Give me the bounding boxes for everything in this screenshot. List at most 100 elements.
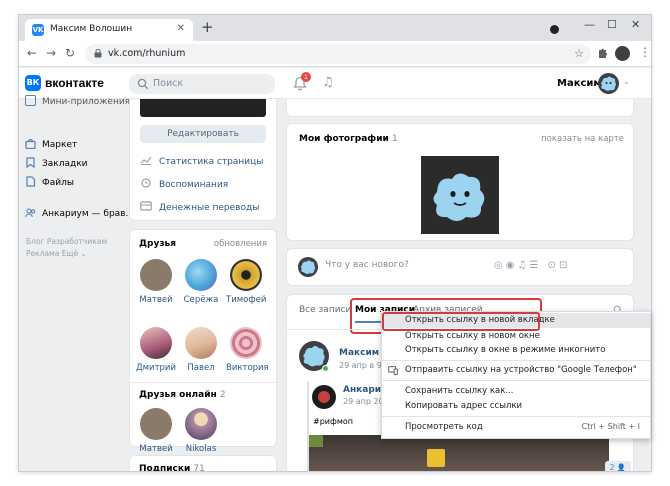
online-friend-item[interactable]: Nikolas (181, 408, 221, 454)
menu-separator (382, 380, 650, 381)
scene-detail (309, 435, 323, 447)
sidebar-item-bookmarks[interactable]: Закладки (25, 157, 88, 171)
edit-profile-button[interactable]: Редактировать (140, 125, 266, 143)
context-inspect[interactable]: Просмотреть код Ctrl + Shift + I (382, 420, 650, 435)
subscriptions-title[interactable]: Подписки 71 (139, 464, 205, 471)
repost-image[interactable] (309, 435, 609, 471)
friends-updates-link[interactable]: обновления (214, 239, 267, 249)
extensions-icon[interactable] (597, 48, 607, 59)
friend-avatar (185, 259, 217, 291)
post-composer: Что у вас нового? ◎◉♫☰ ⊙⊡ (286, 248, 634, 286)
back-icon[interactable]: ← (27, 46, 37, 60)
bookmark-icon (26, 157, 35, 168)
url-text: vk.com/rhunium (108, 48, 186, 59)
apps-icon (25, 95, 36, 106)
friend-item[interactable]: Серёжа (181, 259, 221, 305)
new-tab-button[interactable]: + (201, 19, 214, 35)
friend-avatar (230, 259, 262, 291)
character-figure (427, 449, 445, 467)
views-counter[interactable]: 2 👤 (605, 461, 631, 472)
friends-online-title[interactable]: Друзья онлайн 2 (139, 390, 226, 400)
window-close-icon[interactable]: ✕ (631, 18, 640, 31)
context-copy-link-address[interactable]: Копировать адрес ссылки (382, 399, 650, 414)
reload-icon[interactable]: ↻ (65, 46, 75, 60)
address-bar[interactable]: vk.com/rhunium ☆ (85, 44, 591, 64)
friends-card: Друзья обновления Матвей Серёжа Тимофей … (129, 229, 277, 454)
subscriptions-card: Подписки 71 (129, 455, 277, 471)
stats-icon (140, 156, 152, 165)
memories-icon (141, 178, 151, 188)
friends-title[interactable]: Друзья (139, 239, 176, 249)
notification-badge: 1 (301, 72, 311, 82)
tab-title: Максим Волошин (50, 24, 133, 34)
context-send-to-device[interactable]: Отправить ссылку на устройство "Google Т… (382, 363, 650, 378)
context-open-new-window[interactable]: Открыть ссылку в новом окне (382, 329, 650, 344)
context-open-incognito[interactable]: Открыть ссылку в окне в режиме инкогнито (382, 343, 650, 358)
friend-item[interactable]: Тимофей (226, 259, 266, 305)
chevron-down-icon[interactable]: ⌄ (623, 77, 630, 86)
tab-all-posts[interactable]: Все записи (299, 305, 351, 315)
photos-card: Мои фотографии 1 показать на карте (286, 123, 634, 241)
sidebar-item-group[interactable]: Анкариум — брав... (25, 207, 134, 221)
profile-cover-strip (140, 99, 266, 117)
friend-avatar (185, 408, 217, 440)
device-icon (388, 366, 398, 375)
user-avatar[interactable] (598, 73, 619, 94)
friend-avatar (140, 327, 172, 359)
brand-name[interactable]: вконтакте (45, 76, 104, 90)
divider (130, 382, 276, 383)
music-icon[interactable]: ♫ (322, 75, 334, 90)
search-icon (137, 78, 149, 90)
memories-link[interactable]: Воспоминания (140, 178, 228, 190)
lock-icon (94, 49, 102, 58)
menu-separator (382, 360, 650, 361)
repost-author-avatar[interactable] (312, 385, 336, 409)
friend-avatar (140, 259, 172, 291)
sidebar-item-files[interactable]: Файлы (25, 176, 74, 190)
tab-close-icon[interactable]: ✕ (177, 23, 185, 34)
money-transfers-link[interactable]: Денежные переводы (140, 201, 259, 213)
group-icon (25, 208, 36, 218)
person-icon: 👤 (616, 463, 627, 472)
composer-placeholder[interactable]: Что у вас нового? (325, 260, 409, 270)
menu-item-highlight-frame (382, 312, 540, 331)
profile-info-card (286, 99, 634, 117)
menu-dots-icon[interactable]: ⋮ (639, 45, 651, 59)
photos-title[interactable]: Мои фотографии 1 (299, 134, 398, 144)
composer-attach-icons[interactable]: ◎◉♫☰ ⊙⊡ (494, 260, 570, 271)
file-icon (26, 176, 36, 187)
show-on-map-link[interactable]: показать на карте (541, 134, 624, 144)
online-friend-item[interactable]: Матвей (136, 408, 176, 454)
minimize-icon[interactable]: — (584, 18, 595, 31)
friend-item[interactable]: Виктория (226, 327, 269, 373)
friend-avatar (230, 327, 262, 359)
stats-link[interactable]: Статистика страницы (140, 155, 263, 167)
user-name[interactable]: Максим (557, 78, 602, 89)
maximize-icon[interactable]: ☐ (607, 18, 617, 31)
friend-item[interactable]: Дмитрий (136, 327, 176, 373)
vk-logo-icon[interactable]: ВК (25, 75, 41, 91)
friend-item[interactable]: Матвей (136, 259, 176, 305)
photo-thumbnail[interactable] (421, 156, 499, 234)
card-icon (140, 201, 152, 211)
menu-separator (382, 416, 650, 417)
tab-strip: VK Максим Волошин ✕ + — ☐ ✕ (19, 15, 651, 41)
vk-favicon-icon: VK (32, 24, 44, 36)
composer-avatar (298, 257, 318, 277)
footer-links-1[interactable]: Блог Разработчикам (26, 237, 107, 246)
forward-icon[interactable]: → (46, 46, 56, 60)
online-indicator (322, 365, 329, 372)
record-indicator-icon (550, 25, 559, 34)
bookmark-star-icon[interactable]: ☆ (574, 47, 584, 60)
search-input[interactable]: Поиск (129, 74, 275, 94)
sidebar-item-miniapps[interactable]: Мини-приложения (25, 95, 130, 109)
browser-tab[interactable]: VK Максим Волошин ✕ (25, 19, 193, 41)
friend-avatar (140, 408, 172, 440)
sidebar-item-market[interactable]: Маркет (25, 138, 77, 152)
friend-avatar (185, 327, 217, 359)
friend-item[interactable]: Павел (181, 327, 221, 373)
footer-links-2[interactable]: Реклама Ещё ⌄ (26, 249, 87, 258)
repost-text: #рифмоп (313, 417, 353, 426)
context-save-link-as[interactable]: Сохранить ссылку как... (382, 384, 650, 399)
browser-profile-avatar[interactable] (615, 46, 630, 61)
